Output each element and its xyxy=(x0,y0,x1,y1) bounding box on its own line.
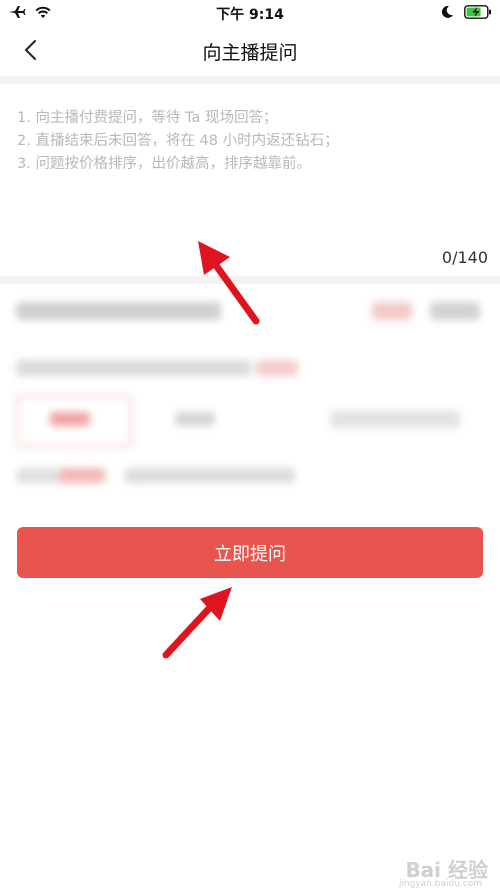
page-title: 向主播提问 xyxy=(202,42,298,64)
placeholder-line: 2. 直播结束后未回答，将在 48 小时内返还钻石； xyxy=(17,133,339,149)
battery-charging-icon xyxy=(464,4,492,23)
nav-bar: 向主播提问 xyxy=(0,26,500,76)
placeholder-line: 3. 问题按价格排序，出价越高，排序越靠前。 xyxy=(17,156,311,172)
moon-icon xyxy=(440,4,454,23)
section-divider xyxy=(0,76,500,84)
annotation-arrow-icon xyxy=(198,241,260,325)
status-bar: 下午 9:14 xyxy=(0,0,500,26)
status-right xyxy=(440,4,492,23)
watermark-url: jingyan.baidu.com xyxy=(398,879,482,889)
status-time: 下午 9:14 xyxy=(216,7,284,23)
placeholder-line: 1. 向主播付费提问，等待 Ta 现场回答； xyxy=(17,110,278,126)
char-counter: 0/140 xyxy=(441,248,488,267)
annotation-arrow-icon xyxy=(162,587,232,659)
submit-question-button[interactable]: 立即提问 xyxy=(17,527,483,578)
